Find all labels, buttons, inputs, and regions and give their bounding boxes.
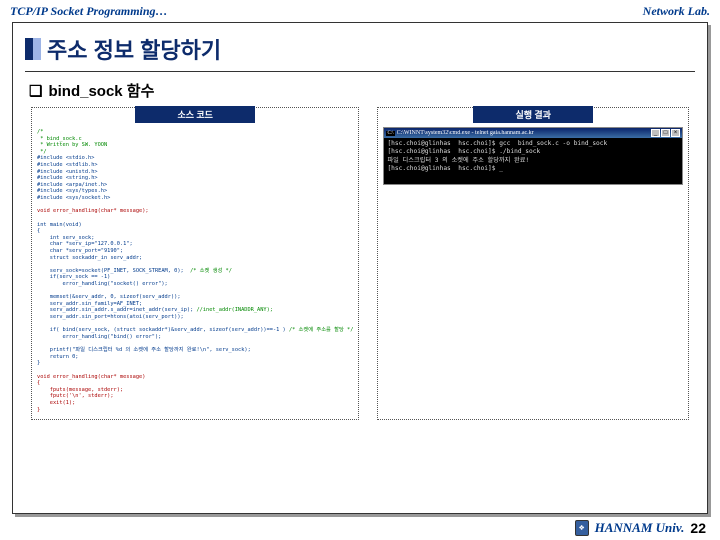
terminal-output: [hsc.choi@glinhas hsc.choi]$ gcc bind_so… (384, 138, 682, 184)
header-right: Network Lab. (643, 4, 710, 19)
result-tab: 실행 결과 (473, 106, 593, 123)
univ-logo-icon: ❖ (575, 520, 589, 536)
terminal-title: C:\WINNT\system32\cmd.exe - telnet gaia.… (397, 130, 651, 136)
footer: ❖ HANNAM Univ. 22 (575, 520, 706, 536)
page-number: 22 (690, 520, 706, 536)
slide-title: 주소 정보 할당하기 (47, 33, 221, 65)
minimize-button[interactable]: _ (651, 129, 660, 137)
terminal-window: C:\ C:\WINNT\system32\cmd.exe - telnet g… (383, 127, 683, 185)
terminal-titlebar[interactable]: C:\ C:\WINNT\system32\cmd.exe - telnet g… (384, 128, 682, 138)
result-panel: 실행 결과 C:\ C:\WINNT\system32\cmd.exe - te… (377, 107, 689, 420)
source-tab: 소스 코드 (135, 106, 255, 123)
source-code: /* * bind_sock.c * Written by SW. YOON *… (35, 127, 355, 415)
cmd-icon: C:\ (386, 131, 394, 136)
slide-subtitle: bind_sock 함수 (29, 80, 691, 101)
close-button[interactable]: × (671, 129, 680, 137)
maximize-button[interactable]: □ (661, 129, 670, 137)
header-left: TCP/IP Socket Programming… (10, 4, 168, 19)
title-bullet (25, 38, 41, 60)
slide-frame: 주소 정보 할당하기 bind_sock 함수 소스 코드 /* * bind_… (12, 22, 708, 514)
univ-name: HANNAM Univ. (595, 520, 685, 536)
source-panel: 소스 코드 /* * bind_sock.c * Written by SW. … (31, 107, 359, 420)
